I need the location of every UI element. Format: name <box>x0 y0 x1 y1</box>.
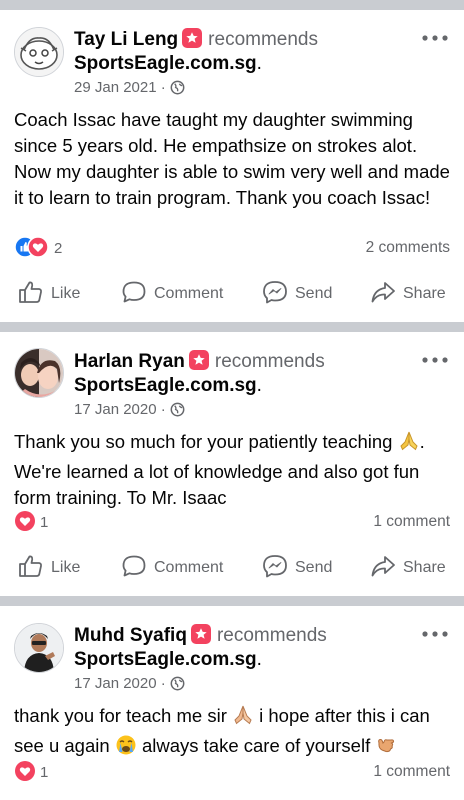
feed-separator <box>0 596 464 606</box>
post-text-part: thank you for teach me sir <box>14 705 232 726</box>
globe-icon <box>170 676 185 697</box>
action-bar: Like Comment Send Share <box>0 277 464 311</box>
recommend-badge-icon <box>190 624 211 644</box>
more-options-icon[interactable] <box>420 624 450 644</box>
post-text: Coach Issac have taught my daughter swim… <box>14 109 450 208</box>
comments-count[interactable]: 2 comments <box>366 236 450 260</box>
post-meta: 17 Jan 2020 · <box>74 400 185 423</box>
feed-separator <box>0 0 464 10</box>
author-name[interactable]: Muhd Syafiq <box>74 625 187 646</box>
author-name[interactable]: Harlan Ryan <box>74 351 185 372</box>
post-card: Harlan Ryan recommends SportsEagle.com.sg… <box>0 332 464 596</box>
couple-photo-avatar[interactable] <box>14 348 64 398</box>
comment-button[interactable]: Comment <box>121 551 223 585</box>
comment-bubble-icon <box>122 555 146 577</box>
post-meta: 17 Jan 2020 · <box>74 674 185 697</box>
feed-separator <box>0 322 464 332</box>
love-reaction-icon <box>14 510 36 540</box>
reaction-count: 2 <box>54 240 63 257</box>
globe-icon <box>170 80 185 101</box>
thumbs-up-icon <box>19 555 42 577</box>
reactions-summary[interactable]: 1 <box>14 760 48 784</box>
page-name[interactable]: SportsEagle.com.sg <box>74 53 257 74</box>
post-meta: 29 Jan 2021 · <box>74 78 185 101</box>
post-header: Harlan Ryan recommends <box>74 350 325 374</box>
send-label: Send <box>295 285 333 302</box>
post-text: Thank you so much for your patiently tea… <box>14 429 452 511</box>
post-header: Muhd Syafiq recommends <box>74 624 327 648</box>
globe-icon <box>170 402 185 423</box>
reactions-summary[interactable]: 1 <box>14 510 48 534</box>
recommends-label: recommends <box>214 351 325 372</box>
person-photo-avatar[interactable] <box>14 623 64 673</box>
action-bar: Like Comment Send Share <box>0 551 464 585</box>
share-arrow-icon <box>371 556 395 577</box>
post-date[interactable]: 29 Jan 2021 <box>74 79 157 96</box>
crying-face-emoji-icon <box>115 734 137 763</box>
reactions-summary[interactable]: 2 <box>14 236 62 260</box>
page-name[interactable]: SportsEagle.com.sg <box>74 375 257 396</box>
more-options-icon[interactable] <box>420 28 450 48</box>
call-me-hand-emoji-icon <box>375 734 397 763</box>
post-header: Tay Li Leng recommends <box>74 28 318 52</box>
post-card: Muhd Syafiq recommends SportsEagle.com.sg… <box>0 606 464 800</box>
cartoon-face-avatar[interactable] <box>14 27 64 77</box>
more-options-icon[interactable] <box>420 350 450 370</box>
page-link[interactable]: SportsEagle.com.sg. <box>74 52 262 76</box>
period: . <box>256 375 262 396</box>
reaction-count: 1 <box>40 764 49 781</box>
recommend-badge-icon <box>182 28 203 48</box>
like-label: Like <box>51 559 81 576</box>
send-label: Send <box>295 559 333 576</box>
send-button[interactable]: Send <box>262 551 332 585</box>
post-text-part: always take care of yourself <box>136 735 376 756</box>
folded-hands-emoji-icon <box>398 430 420 459</box>
messenger-icon <box>263 555 287 578</box>
recommends-label: recommends <box>216 625 327 646</box>
like-love-reaction-icons <box>14 236 50 266</box>
comment-label: Comment <box>154 285 224 302</box>
like-button[interactable]: Like <box>18 277 80 311</box>
send-button[interactable]: Send <box>262 277 332 311</box>
post-text-part: Thank you so much for your patiently tea… <box>14 431 398 452</box>
comment-button[interactable]: Comment <box>121 277 223 311</box>
love-reaction-icon <box>14 760 36 790</box>
share-label: Share <box>403 559 446 576</box>
reaction-count: 1 <box>40 514 49 531</box>
like-button[interactable]: Like <box>18 551 80 585</box>
page-link[interactable]: SportsEagle.com.sg. <box>74 374 262 398</box>
comments-count[interactable]: 1 comment <box>373 760 450 784</box>
page-name[interactable]: SportsEagle.com.sg <box>74 649 257 670</box>
post-text: thank you for teach me sir i hope after … <box>14 703 452 763</box>
post-date[interactable]: 17 Jan 2020 <box>74 675 157 692</box>
post-card: Tay Li Leng recommends SportsEagle.com.sg… <box>0 10 464 322</box>
comment-bubble-icon <box>122 281 146 303</box>
thumbs-up-icon <box>19 281 42 303</box>
period: . <box>256 53 262 74</box>
comment-label: Comment <box>154 559 224 576</box>
share-arrow-icon <box>371 282 395 303</box>
recommends-label: recommends <box>208 29 318 50</box>
share-button[interactable]: Share <box>370 277 446 311</box>
page-link[interactable]: SportsEagle.com.sg. <box>74 648 262 672</box>
author-name[interactable]: Tay Li Leng <box>74 29 178 50</box>
like-label: Like <box>51 285 81 302</box>
comments-count[interactable]: 1 comment <box>373 510 450 534</box>
share-button[interactable]: Share <box>370 551 446 585</box>
recommend-badge-icon <box>188 350 209 370</box>
feed: Tay Li Leng recommends SportsEagle.com.sg… <box>0 0 464 800</box>
share-label: Share <box>403 285 446 302</box>
post-date[interactable]: 17 Jan 2020 <box>74 401 157 418</box>
folded-hands-emoji-icon <box>232 704 254 733</box>
messenger-icon <box>263 281 287 304</box>
period: . <box>256 649 262 670</box>
